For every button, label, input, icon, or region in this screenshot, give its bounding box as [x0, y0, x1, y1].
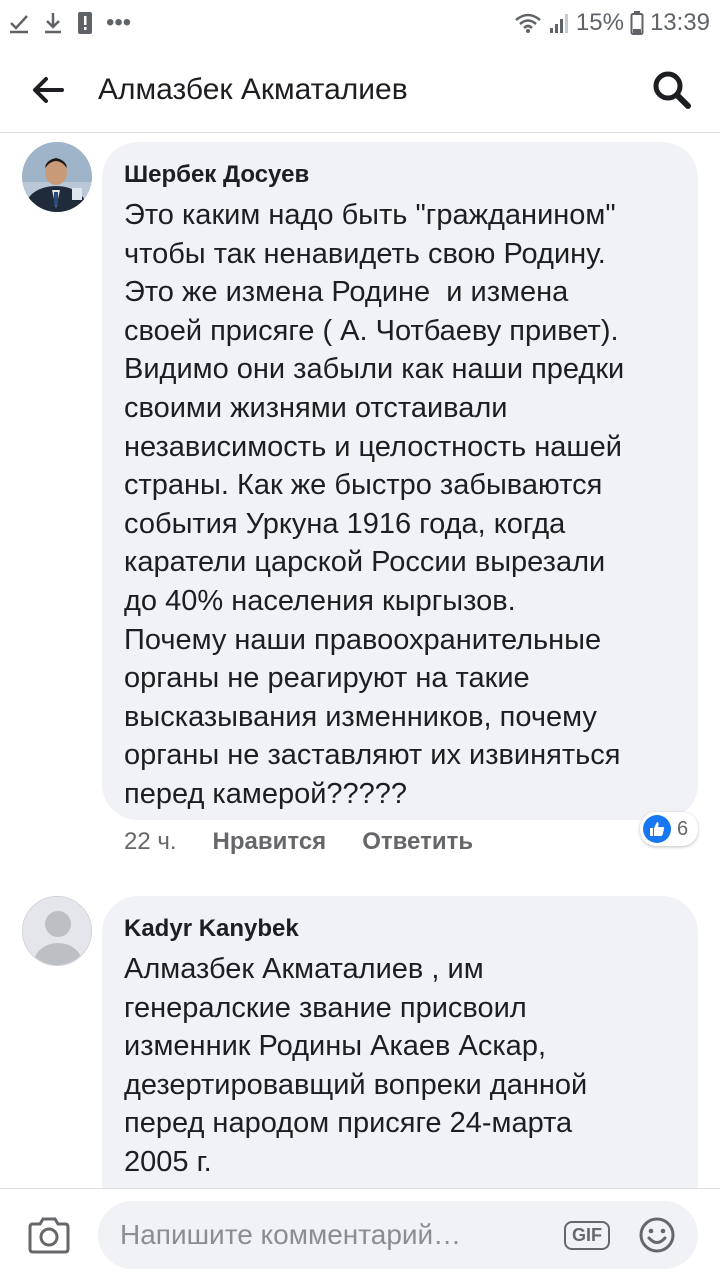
checkmark-download-icon [10, 15, 28, 34]
comment-input[interactable]: Напишите комментарий… GIF [98, 1201, 698, 1269]
comment-text: Это каким надо быть "гражданином" чтобы … [124, 199, 625, 810]
comment-time[interactable]: 22 ч. [124, 828, 177, 856]
reply-button[interactable]: Ответить [362, 828, 473, 856]
battery-icon [630, 11, 644, 35]
sim-alert-icon [78, 12, 92, 34]
comment-input-placeholder[interactable]: Напишите комментарий… [120, 1219, 564, 1251]
like-button[interactable]: Нравится [213, 828, 327, 856]
avatar[interactable] [22, 896, 92, 966]
search-icon[interactable] [650, 68, 694, 112]
comment-actions: 22 ч. Нравится Ответить [124, 828, 473, 856]
status-bar: ••• 15% 13:39 [0, 0, 720, 46]
comment-author[interactable]: Шербек Досуев [124, 160, 678, 190]
page-title: Алмазбек Акматалиев [98, 73, 408, 106]
notification-icons: ••• [8, 8, 131, 38]
comment-author[interactable]: Kadyr Kanybek [124, 914, 678, 944]
gif-button[interactable]: GIF [564, 1220, 610, 1250]
wifi-icon [515, 13, 541, 33]
clock: 13:39 [649, 9, 710, 36]
battery-percent: 15% [575, 9, 624, 36]
reaction-count[interactable]: 6 [640, 812, 699, 846]
more-notifications-icon: ••• [106, 9, 132, 36]
comment-bubble: Kadyr Kanybek Алмазбек Акматалиев , им г… [102, 896, 698, 1226]
back-arrow-icon[interactable] [28, 70, 68, 110]
emoji-icon[interactable] [638, 1216, 676, 1254]
app-bar: Алмазбек Акматалиев [0, 46, 720, 133]
avatar[interactable] [22, 142, 92, 212]
comment-bubble: Шербек Досуев Это каким надо быть "гражд… [102, 142, 698, 820]
camera-icon[interactable] [26, 1215, 72, 1255]
comment-composer: Напишите комментарий… GIF [0, 1188, 720, 1281]
like-reaction-icon [643, 815, 671, 843]
comment-text: Алмазбек Акматалиев , им генералские зва… [124, 953, 588, 1178]
reaction-count-value: 6 [677, 817, 689, 840]
download-icon [45, 13, 61, 34]
signal-icon [549, 14, 568, 33]
